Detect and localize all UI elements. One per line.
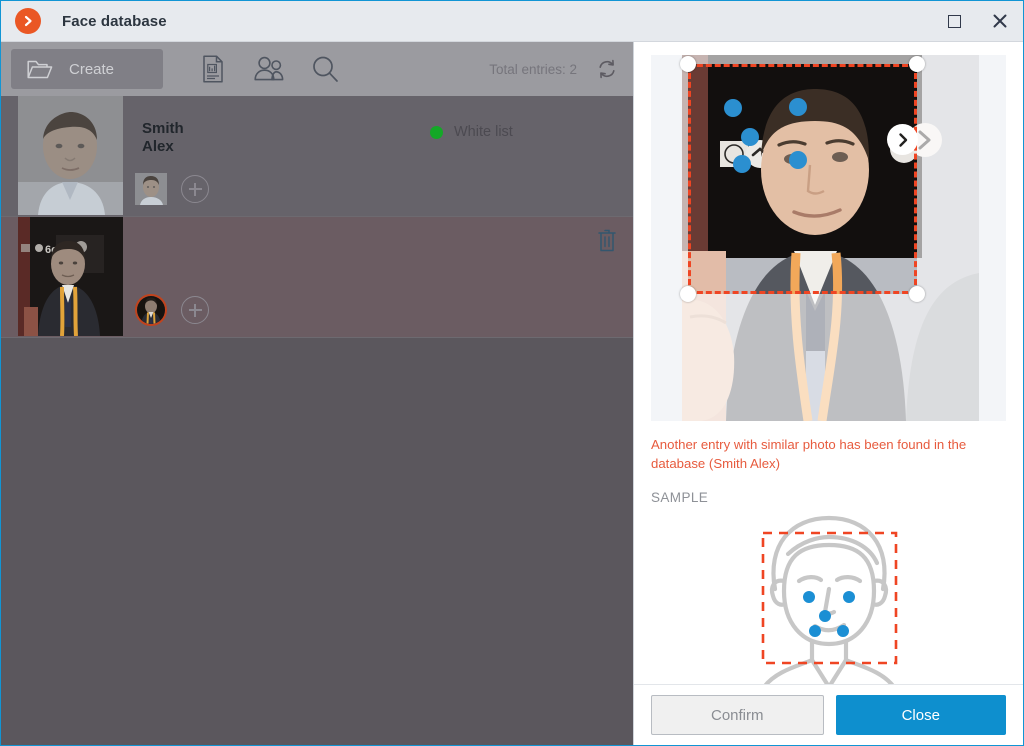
status-badge-label: White list bbox=[454, 124, 513, 140]
toolbar-right: Total entries: 2 bbox=[489, 55, 621, 83]
detail-footer: Confirm Close bbox=[634, 684, 1023, 745]
landmark-nose bbox=[741, 128, 759, 146]
next-photo-button[interactable] bbox=[887, 124, 918, 155]
people-group-icon bbox=[254, 56, 284, 81]
table-row[interactable]: Smith Alex White list bbox=[1, 96, 633, 217]
detail-panel: 6o bbox=[633, 42, 1023, 745]
status-badge: White list bbox=[430, 124, 513, 140]
sample-landmark-nose bbox=[818, 610, 831, 622]
entry-photo[interactable] bbox=[18, 96, 123, 215]
thumbnail-row bbox=[135, 294, 209, 326]
create-button-label: Create bbox=[69, 60, 115, 78]
entry-photo[interactable]: 6o bbox=[18, 217, 123, 336]
face-thumbnail-flagged[interactable] bbox=[135, 294, 167, 326]
crop-handle-bottom-right[interactable] bbox=[909, 286, 925, 302]
sample-illustration bbox=[634, 505, 1023, 687]
landmark-right-eye bbox=[789, 98, 807, 116]
delete-entry-button[interactable] bbox=[596, 229, 618, 253]
entry-main bbox=[123, 217, 633, 337]
window-title: Face database bbox=[62, 12, 167, 30]
face-thumbnail[interactable] bbox=[135, 173, 167, 205]
orange-chevron-right-logo-icon bbox=[15, 8, 41, 34]
dim-right bbox=[917, 64, 1006, 294]
left-pane: Create Total entries: 2 Smith Alex White… bbox=[1, 42, 633, 745]
dim-bottom bbox=[651, 294, 1006, 421]
crop-handle-top-right[interactable] bbox=[909, 56, 925, 72]
trash-delete-icon bbox=[598, 229, 616, 252]
status-dot-icon bbox=[430, 125, 443, 139]
search-button[interactable] bbox=[297, 42, 353, 96]
window-controls bbox=[931, 1, 1023, 41]
groups-button[interactable] bbox=[241, 42, 297, 96]
person-name: Smith Alex bbox=[142, 120, 184, 155]
add-plus-icon[interactable] bbox=[181, 296, 209, 324]
sample-landmark-left-eye bbox=[802, 591, 815, 603]
total-entries-label: Total entries: 2 bbox=[489, 61, 577, 77]
sample-landmark-mouth-left bbox=[808, 625, 821, 637]
portrait-photo-man-dark-background-icon: 6o bbox=[18, 217, 123, 336]
refresh-button[interactable] bbox=[593, 55, 621, 83]
add-photo-wrap bbox=[167, 175, 209, 203]
create-button[interactable]: Create bbox=[11, 49, 163, 89]
sample-label: SAMPLE bbox=[651, 490, 709, 505]
confirm-button[interactable]: Confirm bbox=[651, 695, 824, 735]
folder-icon bbox=[27, 60, 53, 78]
sample-face-outline-icon bbox=[761, 515, 897, 687]
body: Create Total entries: 2 Smith Alex White… bbox=[1, 42, 1023, 745]
face-thumbnail-icon bbox=[135, 173, 167, 205]
close-button-footer[interactable]: Close bbox=[835, 695, 1006, 735]
landmark-left-eye bbox=[724, 99, 742, 117]
refresh-icon bbox=[599, 59, 615, 79]
landmark-mouth-left bbox=[733, 155, 751, 173]
maximize-button[interactable] bbox=[931, 1, 977, 42]
close-icon bbox=[993, 14, 1007, 28]
close-button[interactable] bbox=[977, 1, 1023, 42]
toolbar: Create Total entries: 2 bbox=[1, 42, 633, 96]
report-button[interactable] bbox=[185, 42, 241, 96]
sample-landmark-mouth-right bbox=[836, 625, 849, 637]
add-photo-wrap bbox=[167, 296, 209, 324]
titlebar: Face database bbox=[1, 1, 1023, 42]
landmark-mouth-right bbox=[789, 151, 807, 169]
maximize-icon bbox=[947, 14, 961, 28]
entry-list: Smith Alex White list 6o bbox=[1, 96, 633, 745]
report-document-icon bbox=[203, 55, 223, 83]
thumbnail-row bbox=[135, 173, 209, 205]
chevron-right-icon bbox=[898, 132, 907, 147]
face-landmarks bbox=[724, 98, 807, 173]
similar-entry-warning: Another entry with similar photo has bee… bbox=[651, 437, 967, 471]
table-row[interactable]: 6o bbox=[1, 217, 633, 338]
sample-landmark-right-eye bbox=[842, 591, 855, 603]
face-thumbnail-flagged-icon bbox=[137, 296, 165, 324]
dim-top bbox=[651, 55, 1006, 64]
face-database-window: Face database Create Total entries: 2 Sm… bbox=[0, 0, 1024, 746]
crop-handle-bottom-left[interactable] bbox=[680, 286, 696, 302]
dim-left bbox=[651, 64, 688, 294]
entry-main: Smith Alex White list bbox=[123, 96, 633, 216]
portrait-photo-man-light-background-icon bbox=[18, 96, 123, 215]
photo-viewer[interactable]: 6o bbox=[651, 55, 1006, 421]
crop-handle-top-left[interactable] bbox=[680, 56, 696, 72]
add-plus-icon[interactable] bbox=[181, 175, 209, 203]
search-icon bbox=[313, 56, 338, 82]
